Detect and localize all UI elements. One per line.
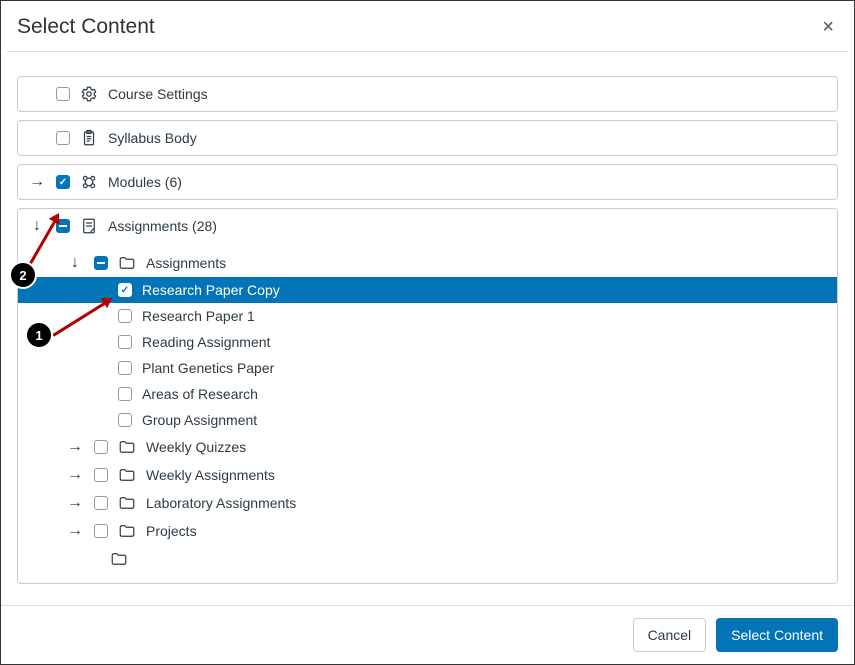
item-label: Research Paper Copy [142, 282, 827, 298]
label-assignments-group: Assignments (28) [108, 218, 827, 234]
assignment-icon [80, 217, 98, 235]
panel-syllabus: Syllabus Body [17, 120, 838, 156]
folder-icon [118, 522, 136, 540]
panel-course-settings: Course Settings [17, 76, 838, 112]
expand-arrow-icon[interactable] [66, 523, 84, 539]
subgroup-laboratory-assignments[interactable]: Laboratory Assignments [18, 489, 837, 517]
modules-icon [80, 173, 98, 191]
clipboard-icon [80, 129, 98, 147]
collapse-arrow-icon[interactable] [66, 255, 84, 271]
checkbox-item[interactable] [118, 413, 132, 427]
subgroup-projects[interactable]: Projects [18, 517, 837, 545]
row-assignments-group[interactable]: Assignments (28) [18, 209, 837, 243]
checkbox-item[interactable] [118, 309, 132, 323]
folder-icon [118, 438, 136, 456]
item-label: Group Assignment [142, 412, 827, 428]
folder-icon [118, 254, 136, 272]
label-course-settings: Course Settings [108, 86, 827, 102]
item-label: Reading Assignment [142, 334, 827, 350]
annotation-badge: 1 [25, 321, 53, 349]
subgroup-truncated [18, 545, 837, 573]
expand-arrow-icon[interactable] [66, 439, 84, 455]
assignments-tree: Assignments Research Paper Copy Research… [18, 243, 837, 583]
close-icon[interactable]: × [818, 13, 838, 41]
item-research-paper-1[interactable]: Research Paper 1 [18, 303, 837, 329]
collapse-arrow-icon[interactable] [28, 218, 46, 234]
dialog-body: Course Settings Syllabus Body [1, 52, 854, 596]
checkbox-item[interactable] [118, 361, 132, 375]
gear-icon [80, 85, 98, 103]
checkbox-item[interactable] [118, 335, 132, 349]
folder-icon [110, 550, 128, 568]
label-modules: Modules (6) [108, 174, 827, 190]
checkbox-syllabus[interactable] [56, 131, 70, 145]
row-course-settings[interactable]: Course Settings [18, 77, 837, 111]
checkbox-subgroup[interactable] [94, 440, 108, 454]
dialog-header: Select Content × [1, 1, 854, 51]
item-research-paper-copy[interactable]: Research Paper Copy [18, 277, 837, 303]
expand-arrow-icon[interactable] [28, 174, 46, 190]
dialog-title: Select Content [17, 15, 155, 39]
row-syllabus[interactable]: Syllabus Body [18, 121, 837, 155]
checkbox-course-settings[interactable] [56, 87, 70, 101]
dialog-footer: Cancel Select Content [1, 605, 854, 664]
checkbox-subgroup[interactable] [94, 524, 108, 538]
checkbox-assignments-subgroup[interactable] [94, 256, 108, 270]
cancel-button[interactable]: Cancel [633, 618, 707, 652]
checkbox-item[interactable] [118, 283, 132, 297]
subgroup-weekly-quizzes[interactable]: Weekly Quizzes [18, 433, 837, 461]
select-content-dialog: Select Content × Course Settings [0, 0, 855, 665]
subgroup-label: Weekly Assignments [146, 467, 827, 483]
subgroup-label: Weekly Quizzes [146, 439, 827, 455]
item-label: Research Paper 1 [142, 308, 827, 324]
checkbox-modules[interactable] [56, 175, 70, 189]
row-modules[interactable]: Modules (6) [18, 165, 837, 199]
annotation-badge: 2 [9, 261, 37, 289]
item-label: Plant Genetics Paper [142, 360, 827, 376]
folder-icon [118, 466, 136, 484]
item-reading-assignment[interactable]: Reading Assignment [18, 329, 837, 355]
row-assignments-subgroup[interactable]: Assignments [18, 249, 837, 277]
subgroup-label: Laboratory Assignments [146, 495, 827, 511]
checkbox-subgroup[interactable] [94, 496, 108, 510]
subgroup-label: Projects [146, 523, 827, 539]
checkbox-subgroup[interactable] [94, 468, 108, 482]
panel-assignments: Assignments (28) Assignments Research Pa… [17, 208, 838, 584]
label-syllabus: Syllabus Body [108, 130, 827, 146]
expand-arrow-icon[interactable] [66, 467, 84, 483]
item-areas-of-research[interactable]: Areas of Research [18, 381, 837, 407]
subgroup-weekly-assignments[interactable]: Weekly Assignments [18, 461, 837, 489]
label-assignments-subgroup: Assignments [146, 255, 827, 271]
checkbox-item[interactable] [118, 387, 132, 401]
item-group-assignment[interactable]: Group Assignment [18, 407, 837, 433]
folder-icon [118, 494, 136, 512]
item-plant-genetics[interactable]: Plant Genetics Paper [18, 355, 837, 381]
panel-modules: Modules (6) [17, 164, 838, 200]
item-label: Areas of Research [142, 386, 827, 402]
select-content-button[interactable]: Select Content [716, 618, 838, 652]
expand-arrow-icon[interactable] [66, 495, 84, 511]
